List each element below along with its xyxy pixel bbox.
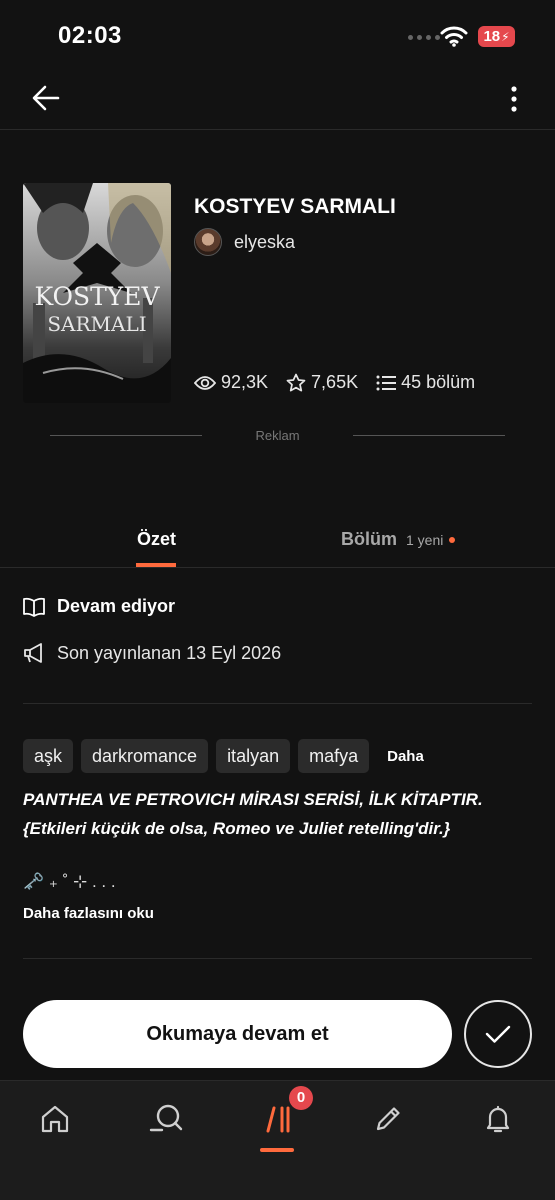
tag[interactable]: darkromance — [81, 739, 209, 773]
tags-more-button[interactable]: Daha — [387, 748, 424, 765]
description-line-2: {Etkileri küçük de olsa, Romeo ve Juliet… — [23, 819, 451, 838]
home-icon — [41, 1105, 69, 1133]
book-description: PANTHEA VE PETROVICH MİRASI SERİSİ, İLK … — [23, 785, 533, 843]
open-book-icon — [23, 597, 45, 617]
tab-summary[interactable]: Özet — [137, 529, 176, 550]
active-tab-indicator — [136, 563, 176, 567]
tag[interactable]: aşk — [23, 739, 74, 773]
cover-title-top: KOSTYEV — [34, 282, 160, 311]
book-cover: KOSTYEV SARMALI — [23, 183, 171, 403]
status-time: 02:03 — [58, 22, 122, 49]
author-link[interactable]: elyeska — [194, 228, 295, 256]
top-bar — [0, 70, 555, 130]
check-icon — [485, 1025, 511, 1043]
reads-stat: 92,3K — [194, 372, 268, 393]
charging-icon: ⚡ — [501, 29, 510, 44]
description-emoji-line: 🗝️ ₊ ˚ ⊹ . . . — [23, 872, 116, 891]
library-badge: 0 — [289, 1086, 313, 1110]
tag-list: aşk darkromance italyan mafya Daha — [23, 739, 424, 773]
cellular-signal-icon — [408, 35, 440, 40]
tag[interactable]: italyan — [216, 739, 291, 773]
published-text: Son yayınlanan 13 Eyl 2026 — [57, 642, 282, 663]
book-stats: 92,3K 7,65K 45 bölüm — [194, 372, 493, 393]
parts-count: 45 bölüm — [401, 372, 476, 392]
bottom-navigation: 0 — [0, 1080, 555, 1200]
active-nav-indicator — [260, 1148, 294, 1152]
battery-indicator: 18 ⚡ — [478, 26, 515, 47]
status-text: Devam ediyor — [57, 596, 176, 616]
tag[interactable]: mafya — [298, 739, 370, 773]
library-icon — [266, 1106, 290, 1133]
nav-notifications[interactable] — [478, 1099, 518, 1139]
wifi-icon — [440, 26, 468, 47]
votes-stat: 7,65K — [286, 372, 358, 393]
continue-reading-button[interactable]: Okumaya devam et — [23, 1000, 452, 1068]
megaphone-icon — [24, 643, 42, 663]
back-arrow-icon[interactable] — [30, 82, 62, 114]
bell-icon — [486, 1105, 510, 1133]
avatar — [194, 228, 222, 256]
cover-title-bottom: SARMALI — [47, 312, 146, 336]
eye-icon — [194, 375, 216, 390]
nav-search[interactable] — [146, 1099, 186, 1139]
description-line-1: PANTHEA VE PETROVICH MİRASI SERİSİ, İLK … — [23, 790, 483, 809]
nav-home[interactable] — [35, 1099, 75, 1139]
pencil-icon — [376, 1107, 400, 1131]
reads-count: 92,3K — [221, 372, 269, 392]
completion-status: Devam ediyor — [23, 596, 175, 617]
ad-separator: Reklam — [50, 425, 505, 447]
search-icon — [149, 1104, 183, 1132]
nav-write[interactable] — [368, 1099, 408, 1139]
read-more-link[interactable]: Daha fazlasını oku — [23, 905, 154, 922]
divider — [23, 703, 532, 704]
ad-line-right — [353, 435, 505, 436]
more-options-icon[interactable] — [500, 84, 528, 114]
tab-bar: Özet Bölüm 1 yeni — [0, 515, 555, 568]
battery-level: 18 — [483, 28, 501, 45]
status-bar: 02:03 18 ⚡ — [0, 0, 555, 70]
votes-count: 7,65K — [311, 372, 359, 392]
parts-stat: 45 bölüm — [376, 372, 475, 393]
book-title: KOSTYEV SARMALI — [194, 195, 396, 218]
new-chapters-note: 1 yeni — [406, 531, 444, 548]
star-icon — [286, 373, 306, 391]
divider — [23, 958, 532, 959]
add-to-library-button[interactable] — [464, 1000, 532, 1068]
new-indicator-dot — [449, 536, 456, 543]
tab-chapters-label: Bölüm — [341, 529, 397, 549]
author-name: elyeska — [234, 231, 296, 252]
list-icon — [376, 375, 397, 390]
last-published: Son yayınlanan 13 Eyl 2026 — [23, 642, 281, 664]
tab-chapters[interactable]: Bölüm 1 yeni — [341, 529, 456, 550]
